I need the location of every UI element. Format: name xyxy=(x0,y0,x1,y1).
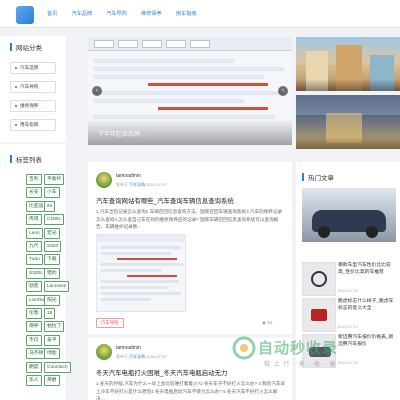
article-card[interactable]: tamoadmin 发布于 汽车导购 2024-07-07 汽车查询网站有哪些_… xyxy=(88,162,292,334)
article-tag[interactable]: 汽车导购 xyxy=(96,318,124,328)
nav-maintenance[interactable]: 维修保养 xyxy=(134,0,169,28)
nav-home[interactable]: 首页 xyxy=(40,0,64,28)
tag-item[interactable]: 九代 xyxy=(26,241,42,252)
nav-driving-guide[interactable]: 用车指南 xyxy=(169,0,204,28)
article-category-link[interactable]: 汽车导购 xyxy=(129,354,145,359)
tag-item[interactable]: 劲客 xyxy=(26,281,42,293)
title-accent-bar xyxy=(302,173,304,181)
watermark-sub: 做 上 行 · 来 · 收 · 录 xyxy=(264,362,337,368)
tag-item[interactable]: ifa xyxy=(44,200,56,212)
category-widget: 网站分类 汽车品牌 汽车导购 维修保养 用车指南 xyxy=(0,36,66,142)
tag-item[interactable]: 平衡杆 xyxy=(44,174,65,185)
tag-item[interactable]: S320 xyxy=(44,241,62,252)
tag-item[interactable]: 泰平 xyxy=(44,334,60,346)
hot-featured-image[interactable] xyxy=(302,188,396,242)
hot-article-item[interactable]: 哪款车型汽车性价比比较高_性价比高的车推荐 2024-07-07 xyxy=(296,262,400,298)
article-title[interactable]: 汽车查询网站有哪些_汽车查询车辆信息查询系统 xyxy=(96,196,234,205)
hot-article-thumb[interactable] xyxy=(302,298,336,332)
article-date: 2024-07-07 xyxy=(146,354,167,359)
view-count: ◉ 52 xyxy=(262,320,273,325)
article-title[interactable]: 冬天汽车电瓶打火困难_冬天汽车电瓶启动无力 xyxy=(96,368,227,377)
tag-item[interactable]: 绿能 xyxy=(44,348,60,360)
slide-caption[interactable]: 下半年起各品牌… xyxy=(98,129,146,138)
nav-car-brands[interactable]: 汽车品牌 xyxy=(64,0,99,28)
nav-car-guide[interactable]: 汽车导购 xyxy=(99,0,134,28)
main-nav: 首页 汽车品牌 汽车导购 维修保养 用车指南 xyxy=(40,0,203,28)
chevron-left-icon[interactable]: ‹ xyxy=(92,86,102,96)
author-avatar[interactable] xyxy=(96,172,112,188)
category-item[interactable]: 汽车导购 xyxy=(10,81,56,93)
tag-item[interactable]: 帕拉丁 xyxy=(44,321,65,333)
tag-item[interactable]: 宏光 xyxy=(44,227,60,239)
category-widget-title: 网站分类 xyxy=(16,45,42,52)
category-item[interactable]: 汽车品牌 xyxy=(10,62,56,74)
chevron-right-icon[interactable]: › xyxy=(278,86,288,96)
hot-article-item[interactable]: 路虎标志什么样子_路虎车标志的意义大全 2024-07-07 xyxy=(296,298,400,334)
tag-item[interactable]: C180L xyxy=(44,214,65,226)
tag-item[interactable]: 猎豹 xyxy=(44,267,60,279)
site-logo[interactable] xyxy=(16,6,34,24)
tag-item[interactable]: 华人 xyxy=(26,375,42,386)
author-avatar[interactable] xyxy=(96,344,112,360)
article-excerpt: 1.冬天的时候,汽车为什么一早上会比较难打着着火?2.冬天车子不好打火怎么办? … xyxy=(96,381,286,400)
tag-item[interactable]: Lacrosse xyxy=(44,281,70,293)
tag-widget-title: 标签列表 xyxy=(16,157,42,164)
tag-item[interactable]: 下载 xyxy=(44,254,60,266)
tag-item[interactable]: 保养 xyxy=(26,321,42,333)
tag-item[interactable]: Countach xyxy=(44,361,71,373)
article-thumbnail[interactable] xyxy=(96,234,186,312)
tag-item[interactable]: 朗度 xyxy=(26,361,42,373)
tag-item[interactable]: 吉利 xyxy=(26,174,42,185)
hot-article-thumb[interactable] xyxy=(302,262,336,296)
tag-item[interactable]: 传祺 xyxy=(26,214,42,226)
hot-article-title[interactable]: 路虎标志什么样子_路虎车标志的意义大全 xyxy=(338,298,394,312)
article-date: 2024-07-07 xyxy=(146,182,167,187)
tag-item[interactable]: 阳光 xyxy=(44,294,60,306)
tag-item[interactable]: 伦敦 xyxy=(26,308,42,319)
tag-item[interactable]: 小车 xyxy=(44,187,60,199)
article-excerpt: 1.汽车出险记录怎么查询2.车辆召回信息查询方法、国家召回车辆查询系统3.汽车的… xyxy=(96,209,283,229)
tag-item[interactable]: 英爵 xyxy=(44,375,60,386)
hot-article-date: 2024-07-07 xyxy=(338,324,359,329)
title-accent-bar xyxy=(10,155,12,163)
tag-item[interactable]: Tuan xyxy=(26,254,43,266)
hot-widget-title: 热门文章 xyxy=(308,175,334,182)
watermark: 自动秒收录 做 上 行 · 来 · 收 · 录 xyxy=(232,332,396,370)
hot-article-title[interactable]: 哪款车型汽车性价比比较高_性价比高的车推荐 xyxy=(338,262,394,276)
hero-slider[interactable]: 下半年起各品牌… xyxy=(88,37,292,145)
category-item[interactable]: 维修保养 xyxy=(10,100,56,112)
tag-item[interactable]: 长安 xyxy=(26,187,42,199)
tag-item[interactable]: 18 xyxy=(44,308,56,319)
top-navbar: 首页 汽车品牌 汽车导购 维修保养 用车指南 xyxy=(0,0,400,28)
article-category-link[interactable]: 汽车导购 xyxy=(129,182,145,187)
article-meta: 发布于 汽车导购 2024-07-07 xyxy=(116,354,167,359)
category-item[interactable]: 用车指南 xyxy=(10,119,56,131)
title-accent-bar xyxy=(10,43,12,51)
tag-item[interactable]: S320L xyxy=(26,267,46,279)
watermark-brand: 自动秒收录 xyxy=(258,340,339,357)
watermark-logo-icon xyxy=(232,336,256,360)
author-name[interactable]: tamoadmin xyxy=(116,173,141,179)
tag-widget: 标签列表 吉利 平衡杆 长安 小车 比亚迪 ifa 传祺 C180L Leon 宏光 九代 S320 T… xyxy=(0,144,71,400)
author-name[interactable]: tamoadmin xyxy=(116,345,141,351)
featured-image[interactable] xyxy=(296,95,400,149)
featured-image[interactable] xyxy=(296,37,400,91)
tag-item[interactable]: Leon xyxy=(26,227,43,239)
hot-article-date: 2024-07-07 xyxy=(338,288,359,293)
tag-item[interactable]: 不仅 xyxy=(26,334,42,346)
article-meta: 发布于 汽车导购 2024-07-07 xyxy=(116,182,167,187)
